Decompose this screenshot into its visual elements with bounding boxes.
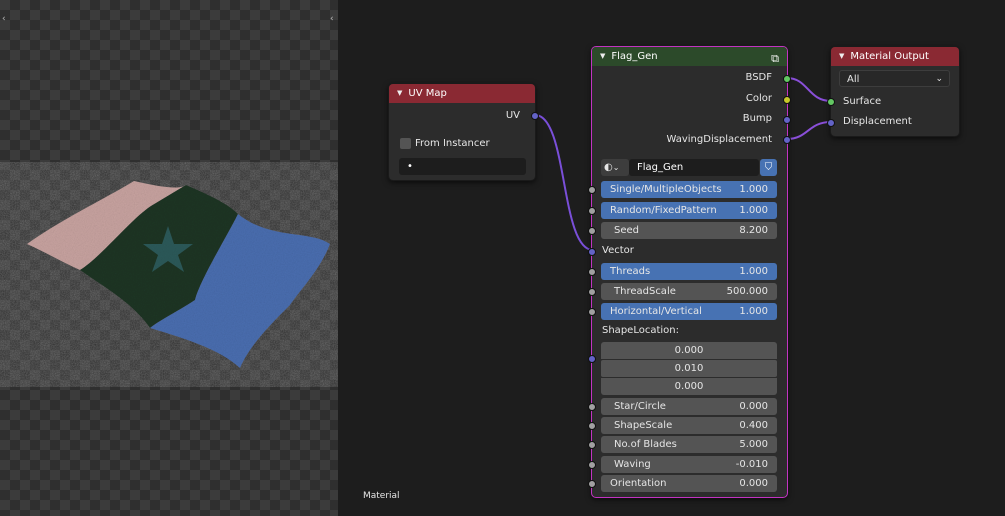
uv-output-label: UV (505, 110, 520, 121)
vector-label: Vector (602, 245, 634, 256)
from-instancer-checkbox[interactable] (400, 138, 411, 149)
input-socket-shape-location[interactable] (588, 355, 596, 363)
flag-gen-title: Flag_Gen (611, 51, 658, 62)
input-socket-vector[interactable] (588, 248, 596, 256)
link-waving-displacement (786, 121, 832, 140)
uv-map-node[interactable]: ▼ UV Map UV From Instancer • (388, 83, 539, 181)
waving-field[interactable]: Waving -0.010 (601, 456, 777, 473)
shader-node-editor[interactable]: ▼ UV Map UV From Instancer • ▼ Flag_Gen … (338, 0, 1005, 516)
node-tree-icon: ◐ (604, 162, 613, 173)
uv-output-socket[interactable] (531, 112, 539, 120)
field-label: No.of Blades (614, 439, 677, 450)
flag-render (27, 181, 330, 368)
input-socket-horizontal-vertical[interactable] (588, 308, 596, 316)
field-label: Threads (610, 266, 651, 277)
flag-gen-node[interactable]: ▼ Flag_Gen ⧉ BSDF Color Bump WavingDispl… (588, 46, 791, 498)
editor-context-label: Material (363, 491, 400, 501)
field-value: 8.200 (739, 225, 768, 236)
seed-field[interactable]: Seed 8.200 (601, 222, 777, 239)
bsdf-output-socket[interactable] (783, 75, 791, 83)
chevron-down-icon: ⌄ (612, 163, 620, 172)
shape-location-z-field[interactable]: 0.000 (601, 378, 777, 395)
material-output-header[interactable]: ▼ Material Output (831, 47, 959, 66)
output-label-bump: Bump (742, 113, 772, 124)
field-value: 0.000 (739, 478, 768, 489)
uv-map-field[interactable]: • (399, 158, 526, 175)
from-instancer-label: From Instancer (415, 138, 490, 149)
node-group-icon[interactable]: ⧉ (771, 49, 779, 68)
displacement-input-label: Displacement (843, 116, 912, 127)
input-socket-waving[interactable] (588, 461, 596, 469)
viewport-3d[interactable]: ‹ ‹ (0, 0, 338, 516)
threads-field[interactable]: Threads 1.000 (601, 263, 777, 280)
fake-user-shield-icon[interactable]: ⛉ (760, 159, 777, 176)
field-value: 0.000 (739, 401, 768, 412)
no-of-blades-field[interactable]: No.of Blades 5.000 (601, 436, 777, 453)
field-label: Seed (614, 225, 639, 236)
node-tree-browse-button[interactable]: ◐⌄ (601, 159, 629, 176)
input-socket-star-circle[interactable] (588, 403, 596, 411)
field-value: -0.010 (735, 459, 768, 470)
surface-input-label: Surface (843, 96, 882, 107)
field-label: Horizontal/Vertical (610, 306, 702, 317)
field-value: 1.000 (739, 306, 768, 317)
output-label-bsdf: BSDF (745, 72, 772, 83)
field-label: Orientation (610, 478, 667, 489)
displacement-input-socket[interactable] (827, 119, 835, 127)
field-value: 1.000 (739, 266, 768, 277)
waving-displacement-output-socket[interactable] (783, 136, 791, 144)
shape-scale-field[interactable]: ShapeScale 0.400 (601, 417, 777, 434)
input-socket-single-multiple[interactable] (588, 186, 596, 194)
shape-location-y-field[interactable]: 0.010 (601, 360, 777, 377)
field-value: 1.000 (739, 184, 768, 195)
horizontal-vertical-field[interactable]: Horizontal/Vertical 1.000 (601, 303, 777, 320)
render-target-value: All (847, 74, 860, 85)
field-label: Waving (614, 459, 651, 470)
color-output-socket[interactable] (783, 96, 791, 104)
input-socket-thread-scale[interactable] (588, 288, 596, 296)
collapse-caret-icon[interactable]: ▼ (839, 47, 844, 66)
input-socket-no-of-blades[interactable] (588, 441, 596, 449)
surface-input-socket[interactable] (827, 98, 835, 106)
shape-location-label: ShapeLocation: (602, 325, 679, 336)
group-name-field[interactable]: Flag_Gen (629, 159, 759, 176)
input-socket-orientation[interactable] (588, 480, 596, 488)
field-label: ShapeScale (614, 420, 673, 431)
input-socket-shape-scale[interactable] (588, 422, 596, 430)
collapse-caret-icon[interactable]: ▼ (397, 84, 402, 103)
chevron-down-icon: ⌄ (935, 74, 943, 84)
output-label-color: Color (745, 93, 772, 104)
thread-scale-field[interactable]: ThreadScale 500.000 (601, 283, 777, 300)
uv-map-title: UV Map (408, 88, 447, 99)
link-bsdf-surface (786, 77, 832, 102)
input-socket-random-fixed[interactable] (588, 207, 596, 215)
star-circle-field[interactable]: Star/Circle 0.000 (601, 398, 777, 415)
uv-map-header[interactable]: ▼ UV Map (389, 84, 535, 103)
field-label: Single/MultipleObjects (610, 184, 722, 195)
field-label: ThreadScale (614, 286, 676, 297)
flag-gen-header[interactable]: ▼ Flag_Gen ⧉ (592, 47, 787, 66)
orientation-field[interactable]: Orientation 0.000 (601, 475, 777, 492)
field-value: 0.400 (739, 420, 768, 431)
input-socket-seed[interactable] (588, 227, 596, 235)
random-fixed-pattern-field[interactable]: Random/FixedPattern 1.000 (601, 202, 777, 219)
material-output-title: Material Output (850, 51, 929, 62)
field-value: 500.000 (726, 286, 768, 297)
material-output-node[interactable]: ▼ Material Output All ⌄ Surface Displace… (827, 46, 960, 137)
render-target-dropdown[interactable]: All ⌄ (839, 70, 950, 87)
output-label-waving-displacement: WavingDisplacement (666, 134, 772, 145)
bump-output-socket[interactable] (783, 116, 791, 124)
field-value: 1.000 (739, 205, 768, 216)
field-label: Star/Circle (614, 401, 666, 412)
field-label: Random/FixedPattern (610, 205, 717, 216)
shape-location-x-field[interactable]: 0.000 (601, 342, 777, 359)
link-uv-vector (534, 114, 594, 251)
single-multiple-objects-field[interactable]: Single/MultipleObjects 1.000 (601, 181, 777, 198)
input-socket-threads[interactable] (588, 268, 596, 276)
collapse-caret-icon[interactable]: ▼ (600, 47, 605, 66)
field-value: 5.000 (739, 439, 768, 450)
